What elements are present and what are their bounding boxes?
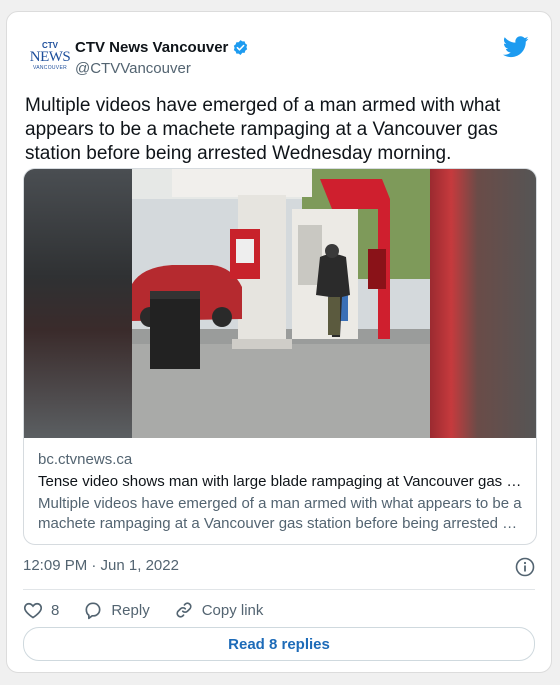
tweet-card: CTV NEWS VANCOUVER CTV News Vancouver @C…: [6, 11, 552, 673]
gas-station-scene: [132, 169, 432, 438]
copy-link-button[interactable]: Copy link: [174, 600, 264, 620]
link-domain: bc.ctvnews.ca: [38, 451, 133, 468]
ctv-news-avatar[interactable]: CTV NEWS VANCOUVER: [27, 34, 73, 80]
author-name-row[interactable]: CTV News Vancouver: [75, 39, 249, 56]
link-icon: [176, 602, 192, 618]
reply-label: Reply: [111, 601, 150, 619]
link-title[interactable]: Tense video shows man with large blade r…: [38, 472, 522, 492]
reply-button[interactable]: Reply: [83, 600, 150, 620]
like-count: 8: [51, 601, 60, 619]
blurred-right-panel: [430, 169, 536, 438]
tweet-text: Multiple videos have emerged of a man ar…: [25, 95, 501, 164]
link-preview-image[interactable]: [24, 169, 536, 438]
author-name[interactable]: CTV News Vancouver: [75, 39, 228, 56]
link-description-line-1: Multiple videos have emerged of a man ar…: [38, 495, 522, 512]
twitter-bird-icon[interactable]: [503, 36, 529, 58]
like-button[interactable]: 8: [23, 600, 59, 620]
link-preview-card[interactable]: bc.ctvnews.ca Tense video shows man with…: [23, 168, 537, 545]
heart-icon: [23, 602, 43, 619]
link-description-line-2: machete rampaging at a Vancouver gas sta…: [38, 515, 518, 532]
read-replies-button[interactable]: Read 8 replies: [23, 627, 535, 661]
link-description: Multiple videos have emerged of a man ar…: [38, 494, 522, 534]
tweet-timestamp[interactable]: 12:09 PM · Jun 1, 2022: [23, 557, 179, 574]
vancouver-logo-text: VANCOUVER: [32, 65, 67, 71]
reply-bubble-icon: [85, 602, 101, 620]
verified-badge-icon: [234, 40, 248, 55]
blurred-left-panel: [24, 169, 132, 438]
info-icon[interactable]: [515, 557, 535, 577]
news-logo-text: NEWS: [29, 49, 71, 65]
divider: [23, 589, 535, 590]
author-handle[interactable]: @CTVVancouver: [75, 60, 191, 77]
action-bar: 8 Reply Copy link: [23, 597, 287, 623]
copy-link-label: Copy link: [201, 601, 264, 619]
